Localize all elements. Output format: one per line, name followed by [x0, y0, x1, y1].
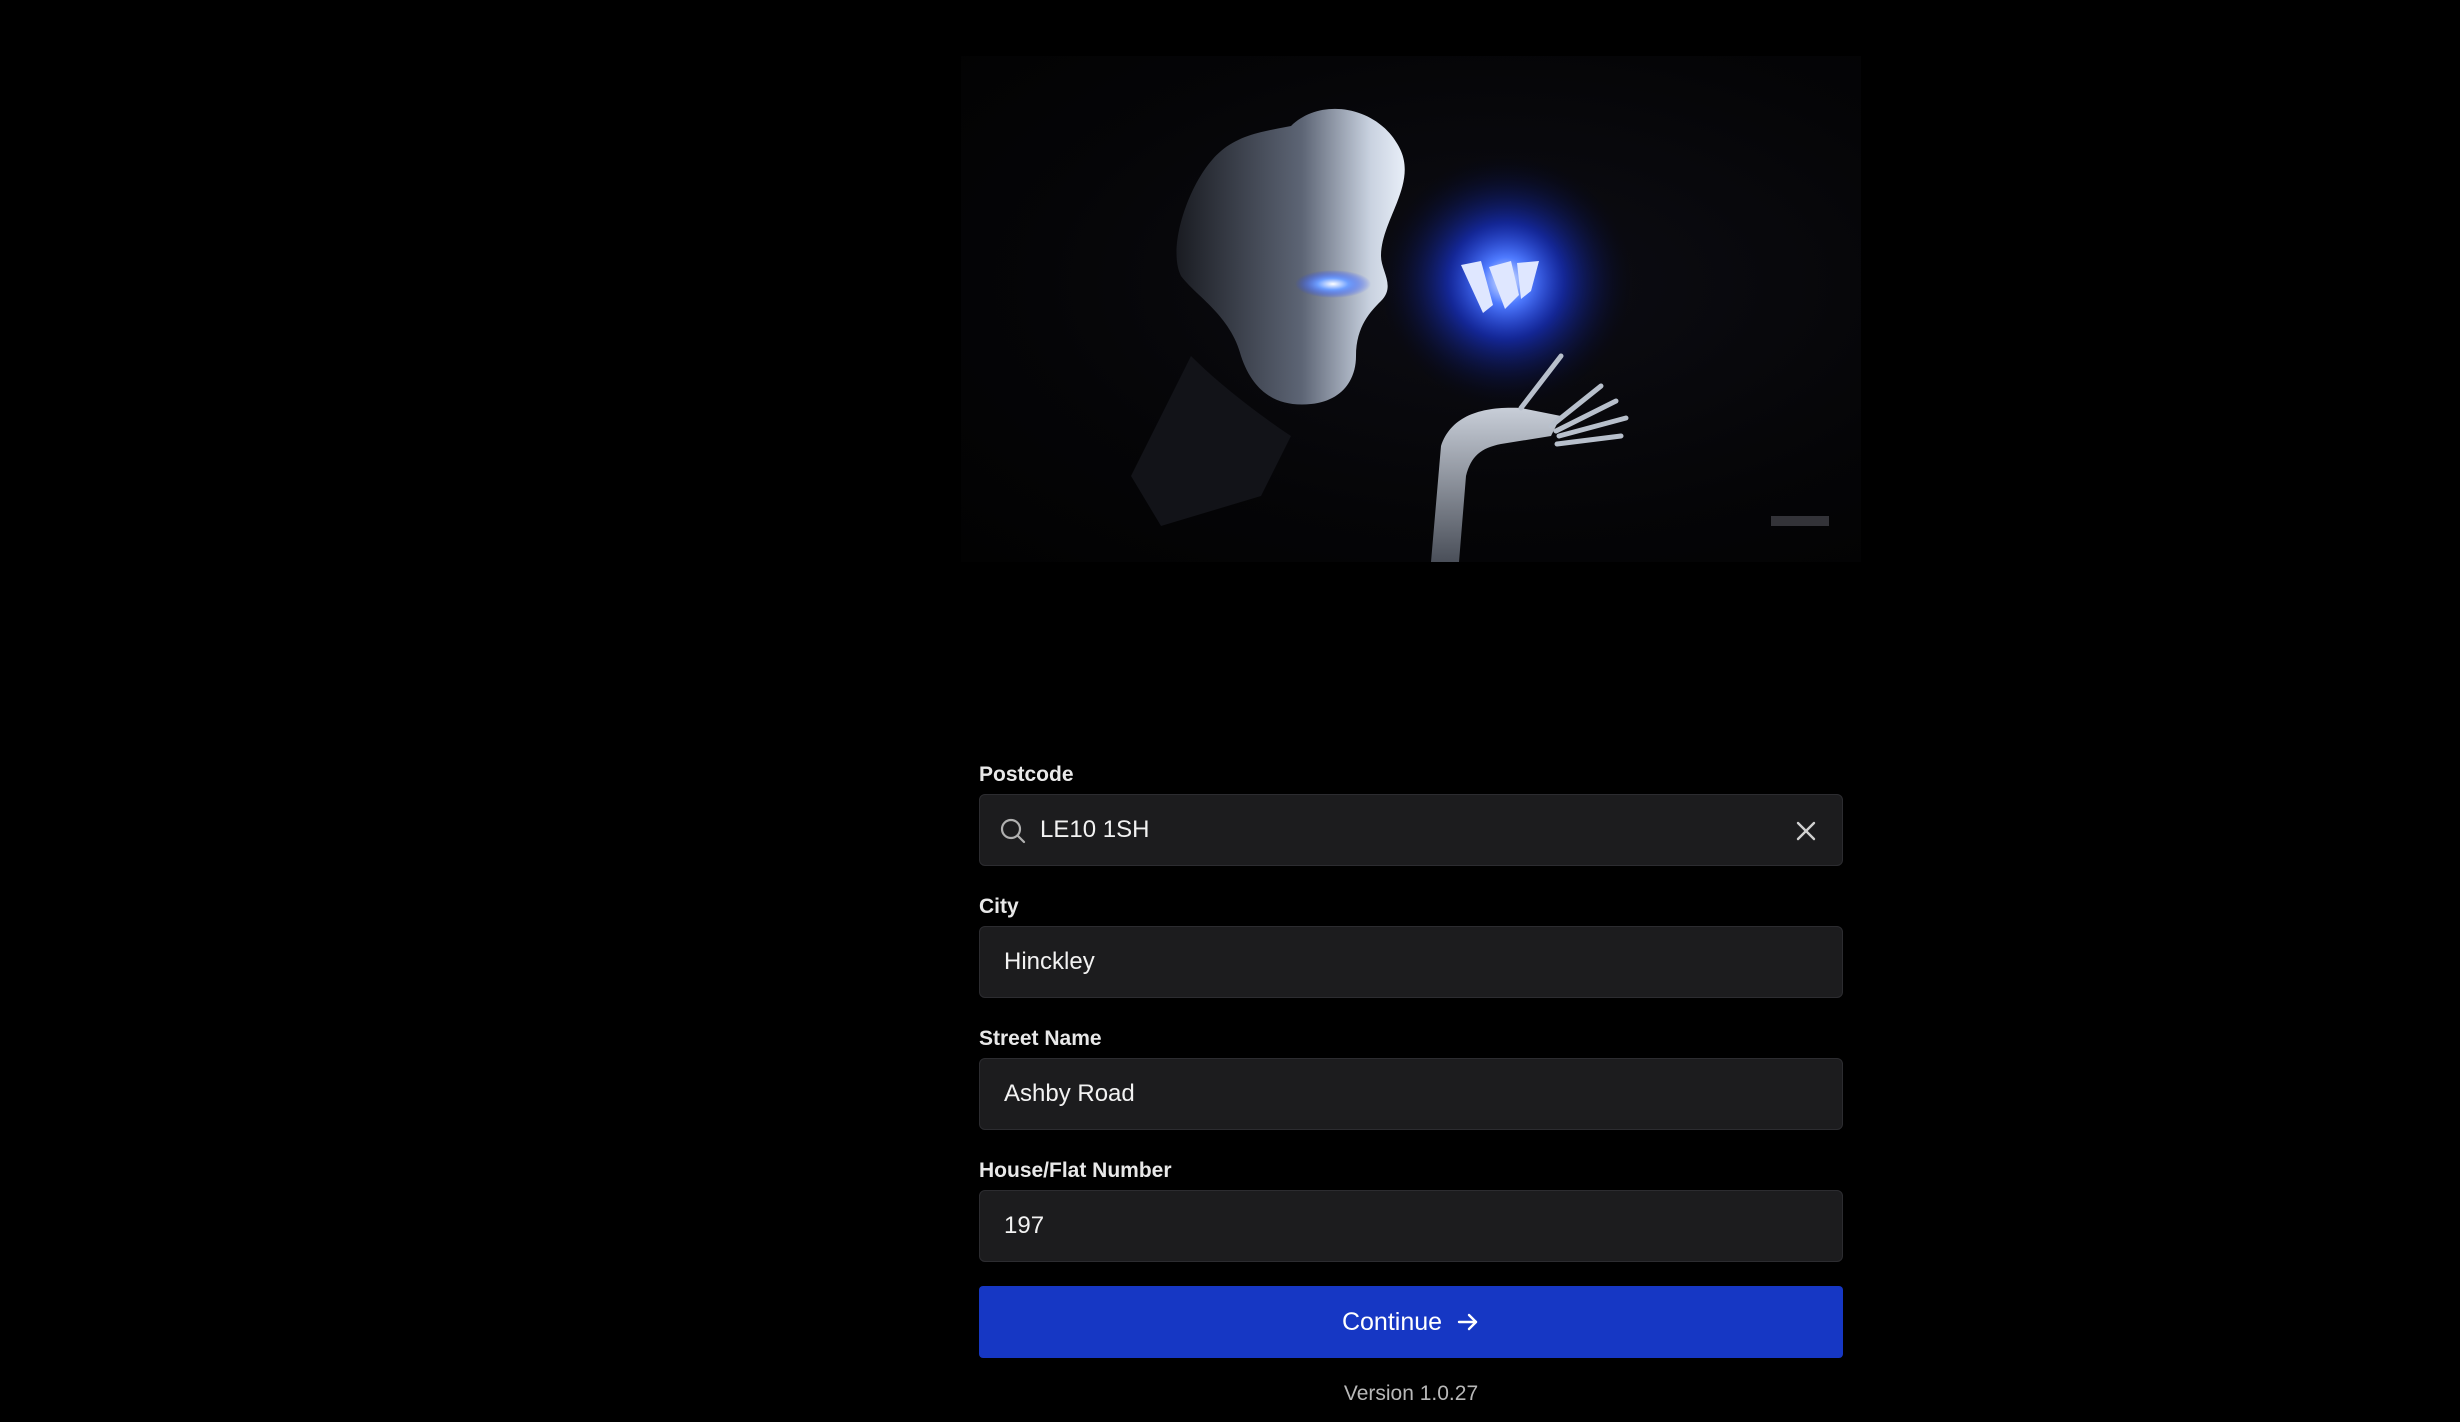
- arrow-right-icon: [1457, 1313, 1478, 1331]
- hero-image: [961, 56, 1861, 562]
- house-number-label: House/Flat Number: [979, 1159, 1172, 1182]
- city-label: City: [979, 895, 1019, 918]
- house-number-input[interactable]: [980, 1191, 1842, 1261]
- city-field: [979, 926, 1843, 998]
- street-name-input[interactable]: [980, 1059, 1842, 1129]
- postcode-input[interactable]: [980, 795, 1842, 865]
- street-name-label: Street Name: [979, 1027, 1102, 1050]
- continue-button[interactable]: Continue: [979, 1286, 1843, 1358]
- street-name-field: [979, 1058, 1843, 1130]
- close-icon[interactable]: [1794, 819, 1818, 843]
- robot-orb-illustration: [1131, 108, 1829, 562]
- continue-label: Continue: [1341, 1307, 1443, 1336]
- postcode-field: [979, 794, 1843, 866]
- watermark: [1771, 516, 1829, 526]
- house-number-field: [979, 1190, 1843, 1262]
- postcode-label: Postcode: [979, 763, 1074, 786]
- city-input[interactable]: [980, 927, 1842, 997]
- version-text: Version 1.0.27: [1343, 1382, 1479, 1405]
- page: Postcode City Street Name House/Flat Num…: [0, 0, 2460, 1422]
- search-icon: [1000, 818, 1026, 844]
- address-form: Postcode City Street Name House/Flat Num…: [979, 760, 1843, 1406]
